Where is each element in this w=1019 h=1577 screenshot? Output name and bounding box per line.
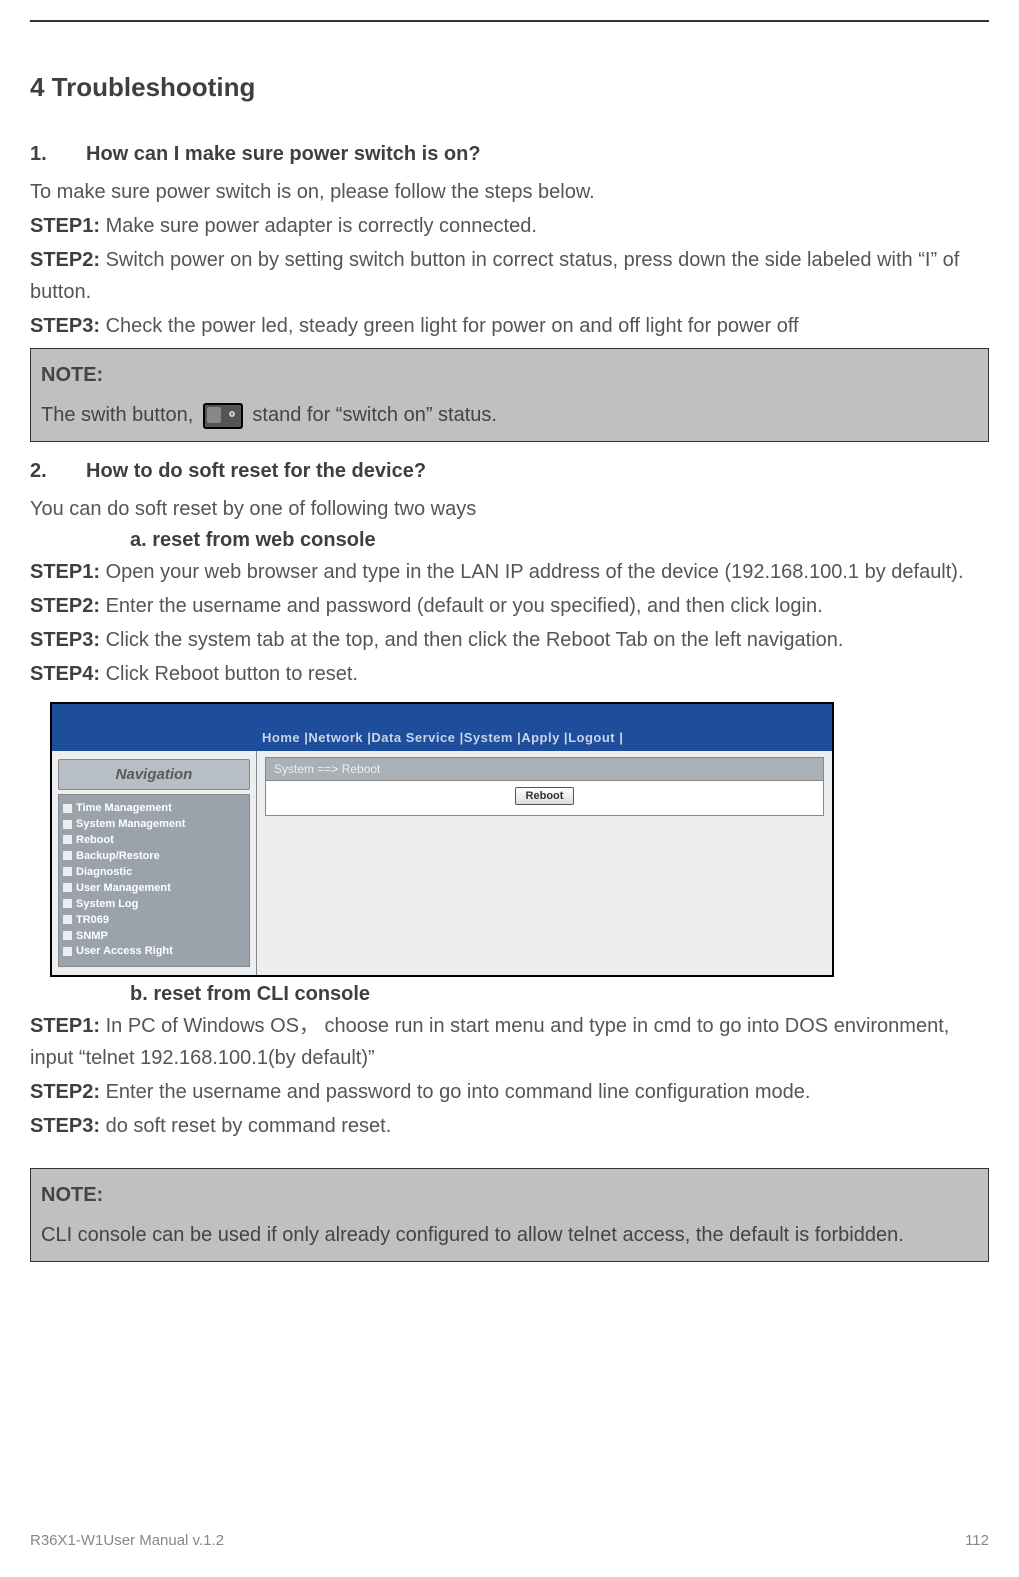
- note-box-1: NOTE: The swith button, stand for “switc…: [30, 348, 989, 442]
- ss-breadcrumb: System ==> Reboot: [265, 757, 824, 781]
- q2-intro: You can do soft reset by one of followin…: [30, 493, 989, 525]
- sub-heading-b: b. reset from CLI console: [130, 983, 989, 1006]
- section-heading: 4 Troubleshooting: [30, 72, 989, 103]
- ss-nav-item: Backup/Restore: [63, 849, 245, 865]
- ss-nav-item: SNMP: [63, 929, 245, 945]
- q1-step2: STEP2: Switch power on by setting switch…: [30, 244, 989, 308]
- question-2-heading: 2.How to do soft reset for the device?: [30, 460, 989, 483]
- footer-left: R36X1-W1User Manual v.1.2: [30, 1532, 224, 1549]
- q1-step1: STEP1: Make sure power adapter is correc…: [30, 210, 989, 242]
- switch-icon: [203, 403, 243, 429]
- q2a-step1: STEP1: Open your web browser and type in…: [30, 556, 989, 588]
- ss-nav-item: TR069: [63, 913, 245, 929]
- ss-nav-item: Time Management: [63, 801, 245, 817]
- note-box-2: NOTE: CLI console can be used if only al…: [30, 1168, 989, 1262]
- ss-nav-item: Diagnostic: [63, 865, 245, 881]
- q2a-step3: STEP3: Click the system tab at the top, …: [30, 624, 989, 656]
- web-console-screenshot: Home |Network |Data Service |System |App…: [50, 702, 834, 977]
- q1-intro: To make sure power switch is on, please …: [30, 176, 989, 208]
- ss-nav-item: User Access Right: [63, 944, 245, 960]
- ss-nav-item: User Management: [63, 881, 245, 897]
- ss-nav-item: System Log: [63, 897, 245, 913]
- q2a-step2: STEP2: Enter the username and password (…: [30, 590, 989, 622]
- ss-nav-item: System Management: [63, 817, 245, 833]
- ss-menu-bar: Home |Network |Data Service |System |App…: [52, 724, 832, 751]
- ss-reboot-button: Reboot: [515, 787, 575, 805]
- q2a-step4: STEP4: Click Reboot button to reset.: [30, 658, 989, 690]
- q1-step3: STEP3: Check the power led, steady green…: [30, 310, 989, 342]
- ss-nav-item: Reboot: [63, 833, 245, 849]
- question-1-heading: 1.How can I make sure power switch is on…: [30, 143, 989, 166]
- q2b-step2: STEP2: Enter the username and password t…: [30, 1076, 989, 1108]
- ss-nav-title: Navigation: [58, 759, 250, 790]
- sub-heading-a: a. reset from web console: [130, 529, 989, 552]
- page-number: 112: [965, 1532, 989, 1549]
- q2b-step3: STEP3: do soft reset by command reset.: [30, 1110, 989, 1142]
- q2b-step1: STEP1: In PC of Windows OS， choose run i…: [30, 1010, 989, 1074]
